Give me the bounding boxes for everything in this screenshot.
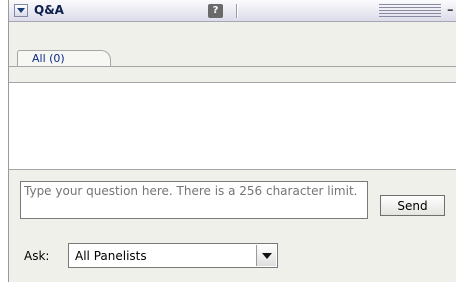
minimize-icon[interactable]: – bbox=[447, 4, 456, 17]
ask-label: Ask: bbox=[24, 249, 50, 263]
tab-strip: All (0) bbox=[9, 22, 456, 72]
ask-recipient-select[interactable]: All Panelists bbox=[68, 243, 278, 268]
help-icon[interactable]: ? bbox=[208, 4, 223, 18]
title-separator bbox=[236, 4, 238, 18]
question-list[interactable] bbox=[9, 82, 456, 170]
send-button[interactable]: Send bbox=[380, 195, 445, 216]
collapse-panel-icon[interactable] bbox=[14, 4, 28, 17]
question-input[interactable] bbox=[20, 181, 368, 219]
qa-panel: Q&A ? – All (0) Send Ask: All Panelists bbox=[8, 0, 456, 282]
tab-all[interactable]: All (0) bbox=[17, 50, 111, 67]
ask-selected-value: All Panelists bbox=[75, 249, 147, 263]
dropdown-arrow-icon[interactable] bbox=[256, 245, 276, 266]
drag-grip[interactable] bbox=[379, 4, 441, 18]
tab-divider bbox=[9, 66, 456, 67]
panel-title-bar: Q&A ? – bbox=[9, 0, 456, 22]
panel-title: Q&A bbox=[34, 3, 64, 17]
